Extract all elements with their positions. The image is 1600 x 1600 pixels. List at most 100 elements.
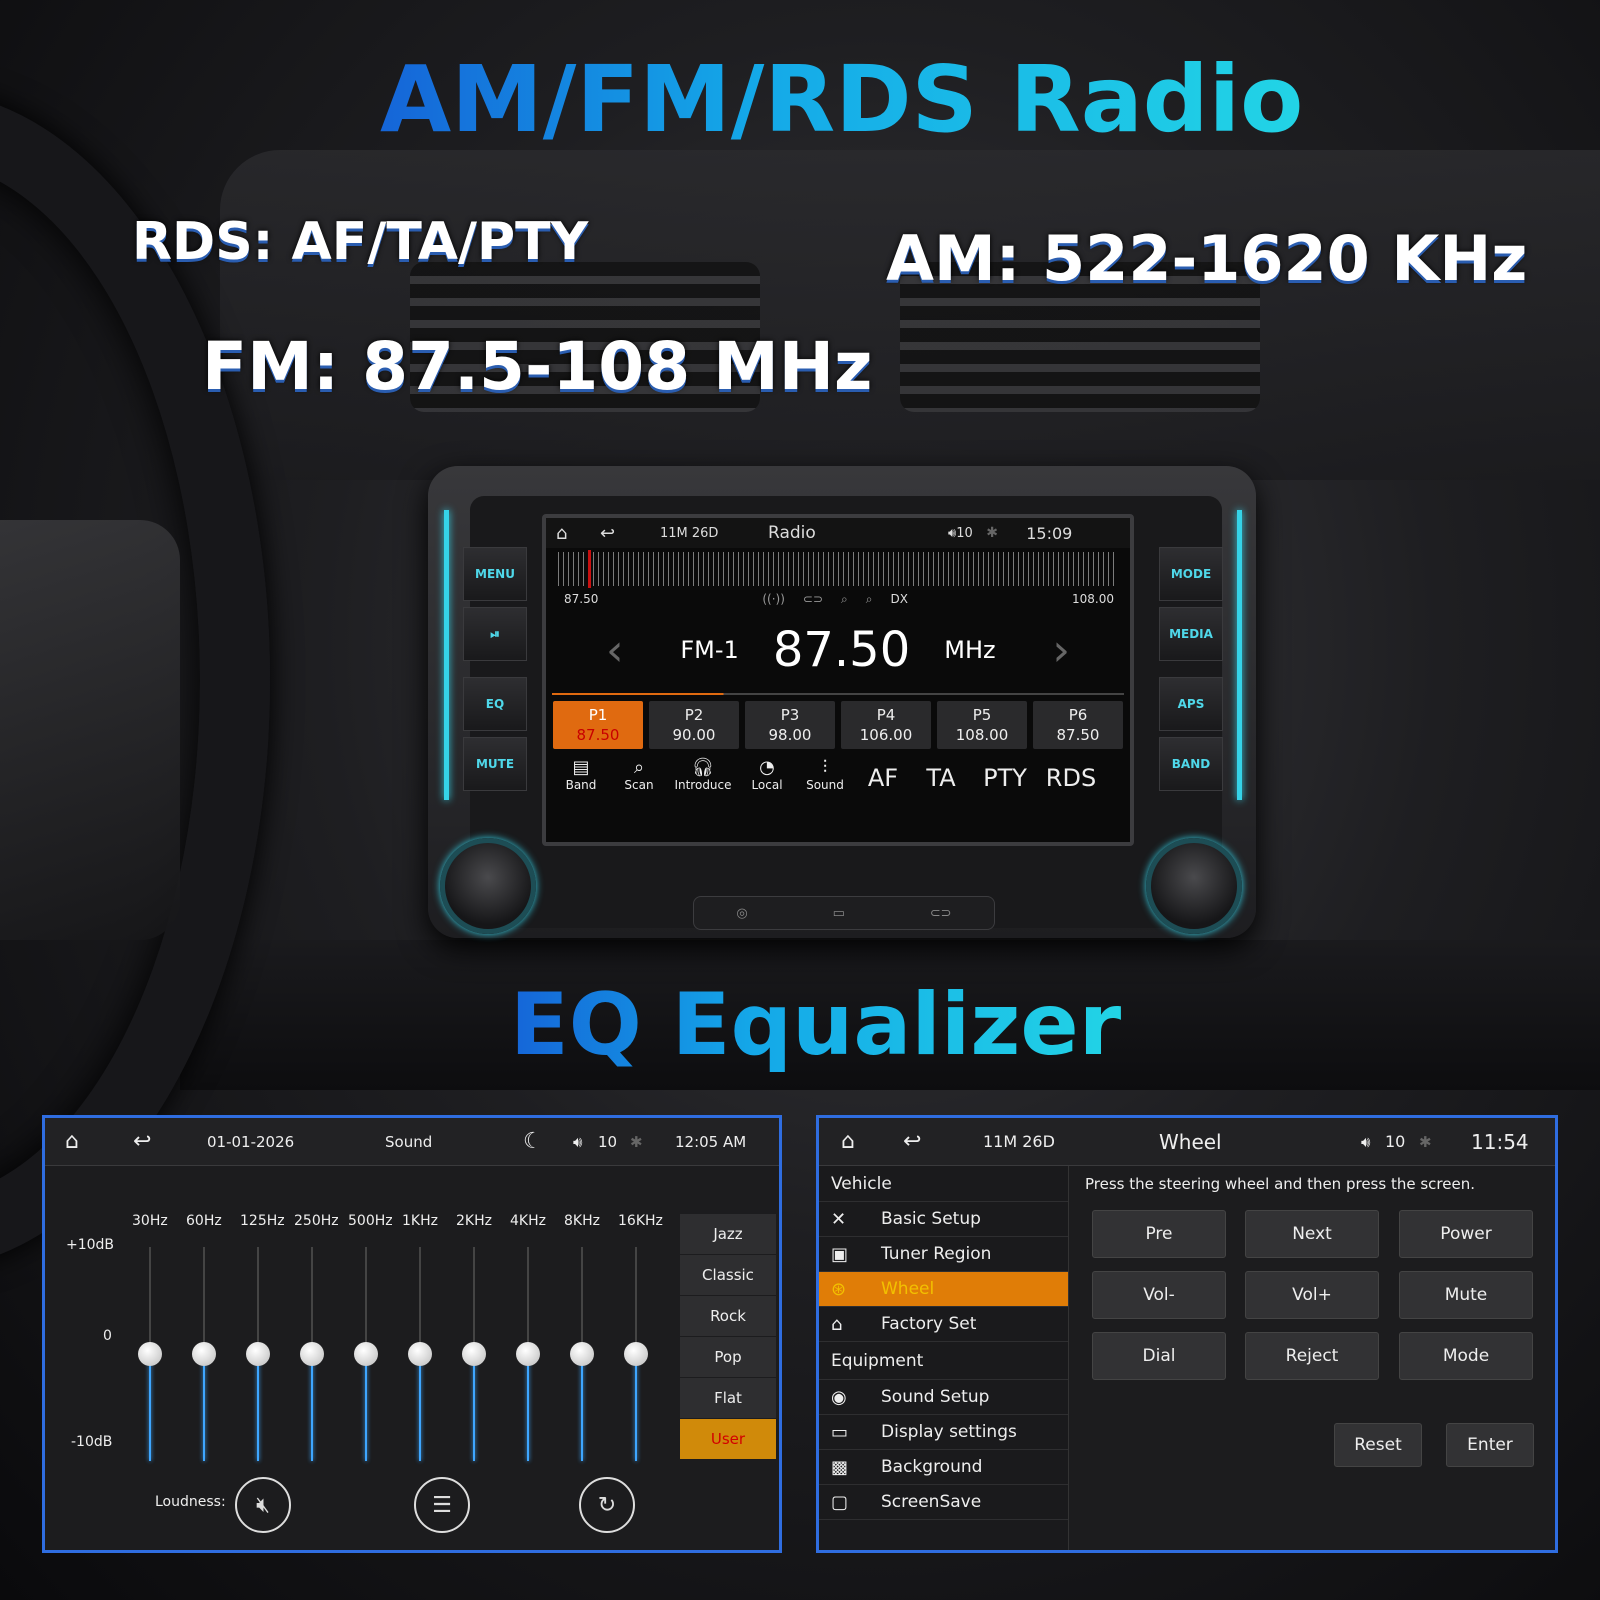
- menu-basic-setup[interactable]: ✕ Basic Setup: [819, 1202, 1068, 1237]
- preset-p6[interactable]: P6 87.50: [1033, 701, 1123, 749]
- rds-button[interactable]: RDS: [1040, 764, 1102, 792]
- usb-c-port-icon: ⊂⊃: [929, 905, 952, 921]
- menu-sound-setup[interactable]: ◉ Sound Setup: [819, 1380, 1068, 1415]
- media-button[interactable]: MEDIA: [1159, 607, 1223, 661]
- wheel-reset-button[interactable]: Reset: [1334, 1423, 1422, 1467]
- tuning-scale[interactable]: [558, 550, 1118, 588]
- y-label-top: +10dB: [66, 1237, 115, 1253]
- volume-knob[interactable]: [440, 838, 536, 934]
- eq-slider-125hz[interactable]: [246, 1247, 270, 1461]
- back-icon[interactable]: ↩: [903, 1129, 921, 1154]
- slider-thumb[interactable]: [462, 1342, 486, 1366]
- preset-user[interactable]: User: [680, 1419, 776, 1460]
- wheel-mute-button[interactable]: Mute: [1399, 1271, 1533, 1319]
- slider-thumb[interactable]: [246, 1342, 270, 1366]
- menu-button[interactable]: MENU: [463, 547, 527, 601]
- wheel-enter-button[interactable]: Enter: [1446, 1423, 1534, 1467]
- preset-rock[interactable]: Rock: [680, 1296, 776, 1337]
- eq-slider-1khz[interactable]: [408, 1247, 432, 1461]
- y-label-zero: 0: [103, 1328, 112, 1344]
- band-label-500hz: 500Hz: [348, 1213, 393, 1229]
- equalizer-icon[interactable]: ☰: [414, 1477, 470, 1533]
- slider-thumb[interactable]: [354, 1342, 378, 1366]
- preset-p2[interactable]: P2 90.00: [649, 701, 739, 749]
- settings-menu: Vehicle ✕ Basic Setup ▣ Tuner Region ⊛ Whee…: [819, 1166, 1069, 1550]
- menu-wheel[interactable]: ⊛ Wheel: [819, 1272, 1068, 1307]
- preset-p4[interactable]: P4 106.00: [841, 701, 931, 749]
- sound-tool[interactable]: ⫶ Sound: [796, 757, 854, 792]
- slider-thumb[interactable]: [516, 1342, 540, 1366]
- aps-button[interactable]: APS: [1159, 677, 1223, 731]
- slider-thumb[interactable]: [138, 1342, 162, 1366]
- wheel-next-button[interactable]: Next: [1245, 1210, 1379, 1258]
- loudness-mute-icon[interactable]: 🔇︎: [235, 1477, 291, 1533]
- preset-jazz[interactable]: Jazz: [680, 1214, 776, 1255]
- wheel-mode-button[interactable]: Mode: [1399, 1332, 1533, 1380]
- introduce-tool[interactable]: 🎧︎ Introduce: [668, 757, 738, 792]
- slider-thumb[interactable]: [300, 1342, 324, 1366]
- scale-max: 108.00: [1071, 592, 1114, 606]
- eq-slider-16khz[interactable]: [624, 1247, 648, 1461]
- eq-slider-30hz[interactable]: [138, 1247, 162, 1461]
- menu-background[interactable]: ▩ Background: [819, 1450, 1068, 1485]
- mono-indicator: ⊂⊃: [802, 592, 824, 606]
- local-tool[interactable]: ◔ Local: [738, 757, 796, 792]
- eq-slider-60hz[interactable]: [192, 1247, 216, 1461]
- preset-flat[interactable]: Flat: [680, 1378, 776, 1419]
- eq-slider-4khz[interactable]: [516, 1247, 540, 1461]
- tools-icon: ✕: [831, 1208, 847, 1230]
- tuning-knob[interactable]: [1146, 838, 1242, 934]
- reset-icon[interactable]: ↻: [579, 1477, 635, 1533]
- mode-button[interactable]: MODE: [1159, 547, 1223, 601]
- wheel-volume: 10: [1385, 1132, 1406, 1151]
- preset-p3[interactable]: P3 98.00: [745, 701, 835, 749]
- preset-p5[interactable]: P5 108.00: [937, 701, 1027, 749]
- wheel-power-button[interactable]: Power: [1399, 1210, 1533, 1258]
- wheel-pre-button[interactable]: Pre: [1092, 1210, 1226, 1258]
- band-button[interactable]: BAND: [1159, 737, 1223, 791]
- wheel-dial-button[interactable]: Dial: [1092, 1332, 1226, 1380]
- wheel-vol-down-button[interactable]: Vol-: [1092, 1271, 1226, 1319]
- frequency-display: 87.50: [772, 622, 911, 678]
- home-icon[interactable]: ⌂: [65, 1129, 79, 1154]
- menu-tuner-region[interactable]: ▣ Tuner Region: [819, 1237, 1068, 1272]
- slider-thumb[interactable]: [192, 1342, 216, 1366]
- slider-thumb[interactable]: [408, 1342, 432, 1366]
- eq-slider-2khz[interactable]: [462, 1247, 486, 1461]
- ta-button[interactable]: TA: [912, 764, 970, 792]
- menu-screensave[interactable]: ▢ ScreenSave: [819, 1485, 1068, 1520]
- slider-fill: [365, 1354, 367, 1461]
- sound-date: 01-01-2026: [207, 1132, 295, 1151]
- preset-p1[interactable]: P1 87.50: [553, 701, 643, 749]
- wheel-instruction: Press the steering wheel and then press …: [1085, 1175, 1475, 1193]
- home-icon[interactable]: ⌂: [556, 523, 600, 544]
- next-arrow-icon[interactable]: ›: [1052, 625, 1070, 676]
- moon-icon[interactable]: ☾: [523, 1129, 543, 1154]
- band-tool[interactable]: ▤ Band: [552, 757, 610, 792]
- eq-button[interactable]: EQ: [463, 677, 527, 731]
- home-icon[interactable]: ⌂: [841, 1129, 855, 1154]
- preset-classic[interactable]: Classic: [680, 1255, 776, 1296]
- search-indicator-2: ⌕: [865, 592, 873, 606]
- af-button[interactable]: AF: [854, 764, 912, 792]
- slider-thumb[interactable]: [570, 1342, 594, 1366]
- eq-slider-250hz[interactable]: [300, 1247, 324, 1461]
- eq-slider-500hz[interactable]: [354, 1247, 378, 1461]
- back-icon[interactable]: ↩: [133, 1129, 151, 1154]
- slider-thumb[interactable]: [624, 1342, 648, 1366]
- wheel-vol-up-button[interactable]: Vol+: [1245, 1271, 1379, 1319]
- prev-arrow-icon[interactable]: ‹: [606, 625, 624, 676]
- scan-tool[interactable]: ⌕ Scan: [610, 757, 668, 792]
- back-icon[interactable]: ↩: [600, 523, 660, 544]
- menu-factory-set[interactable]: ⌂ Factory Set: [819, 1307, 1068, 1342]
- factory-icon: ⌂: [831, 1313, 843, 1335]
- preset-pop[interactable]: Pop: [680, 1337, 776, 1378]
- play-pause-button[interactable]: ⏯: [463, 607, 527, 661]
- band-label-8khz: 8KHz: [564, 1213, 600, 1229]
- pty-button[interactable]: PTY: [970, 764, 1040, 792]
- slider-fill: [311, 1354, 313, 1461]
- eq-slider-8khz[interactable]: [570, 1247, 594, 1461]
- menu-display-settings[interactable]: ▭ Display settings: [819, 1415, 1068, 1450]
- wheel-reject-button[interactable]: Reject: [1245, 1332, 1379, 1380]
- mute-button[interactable]: MUTE: [463, 737, 527, 791]
